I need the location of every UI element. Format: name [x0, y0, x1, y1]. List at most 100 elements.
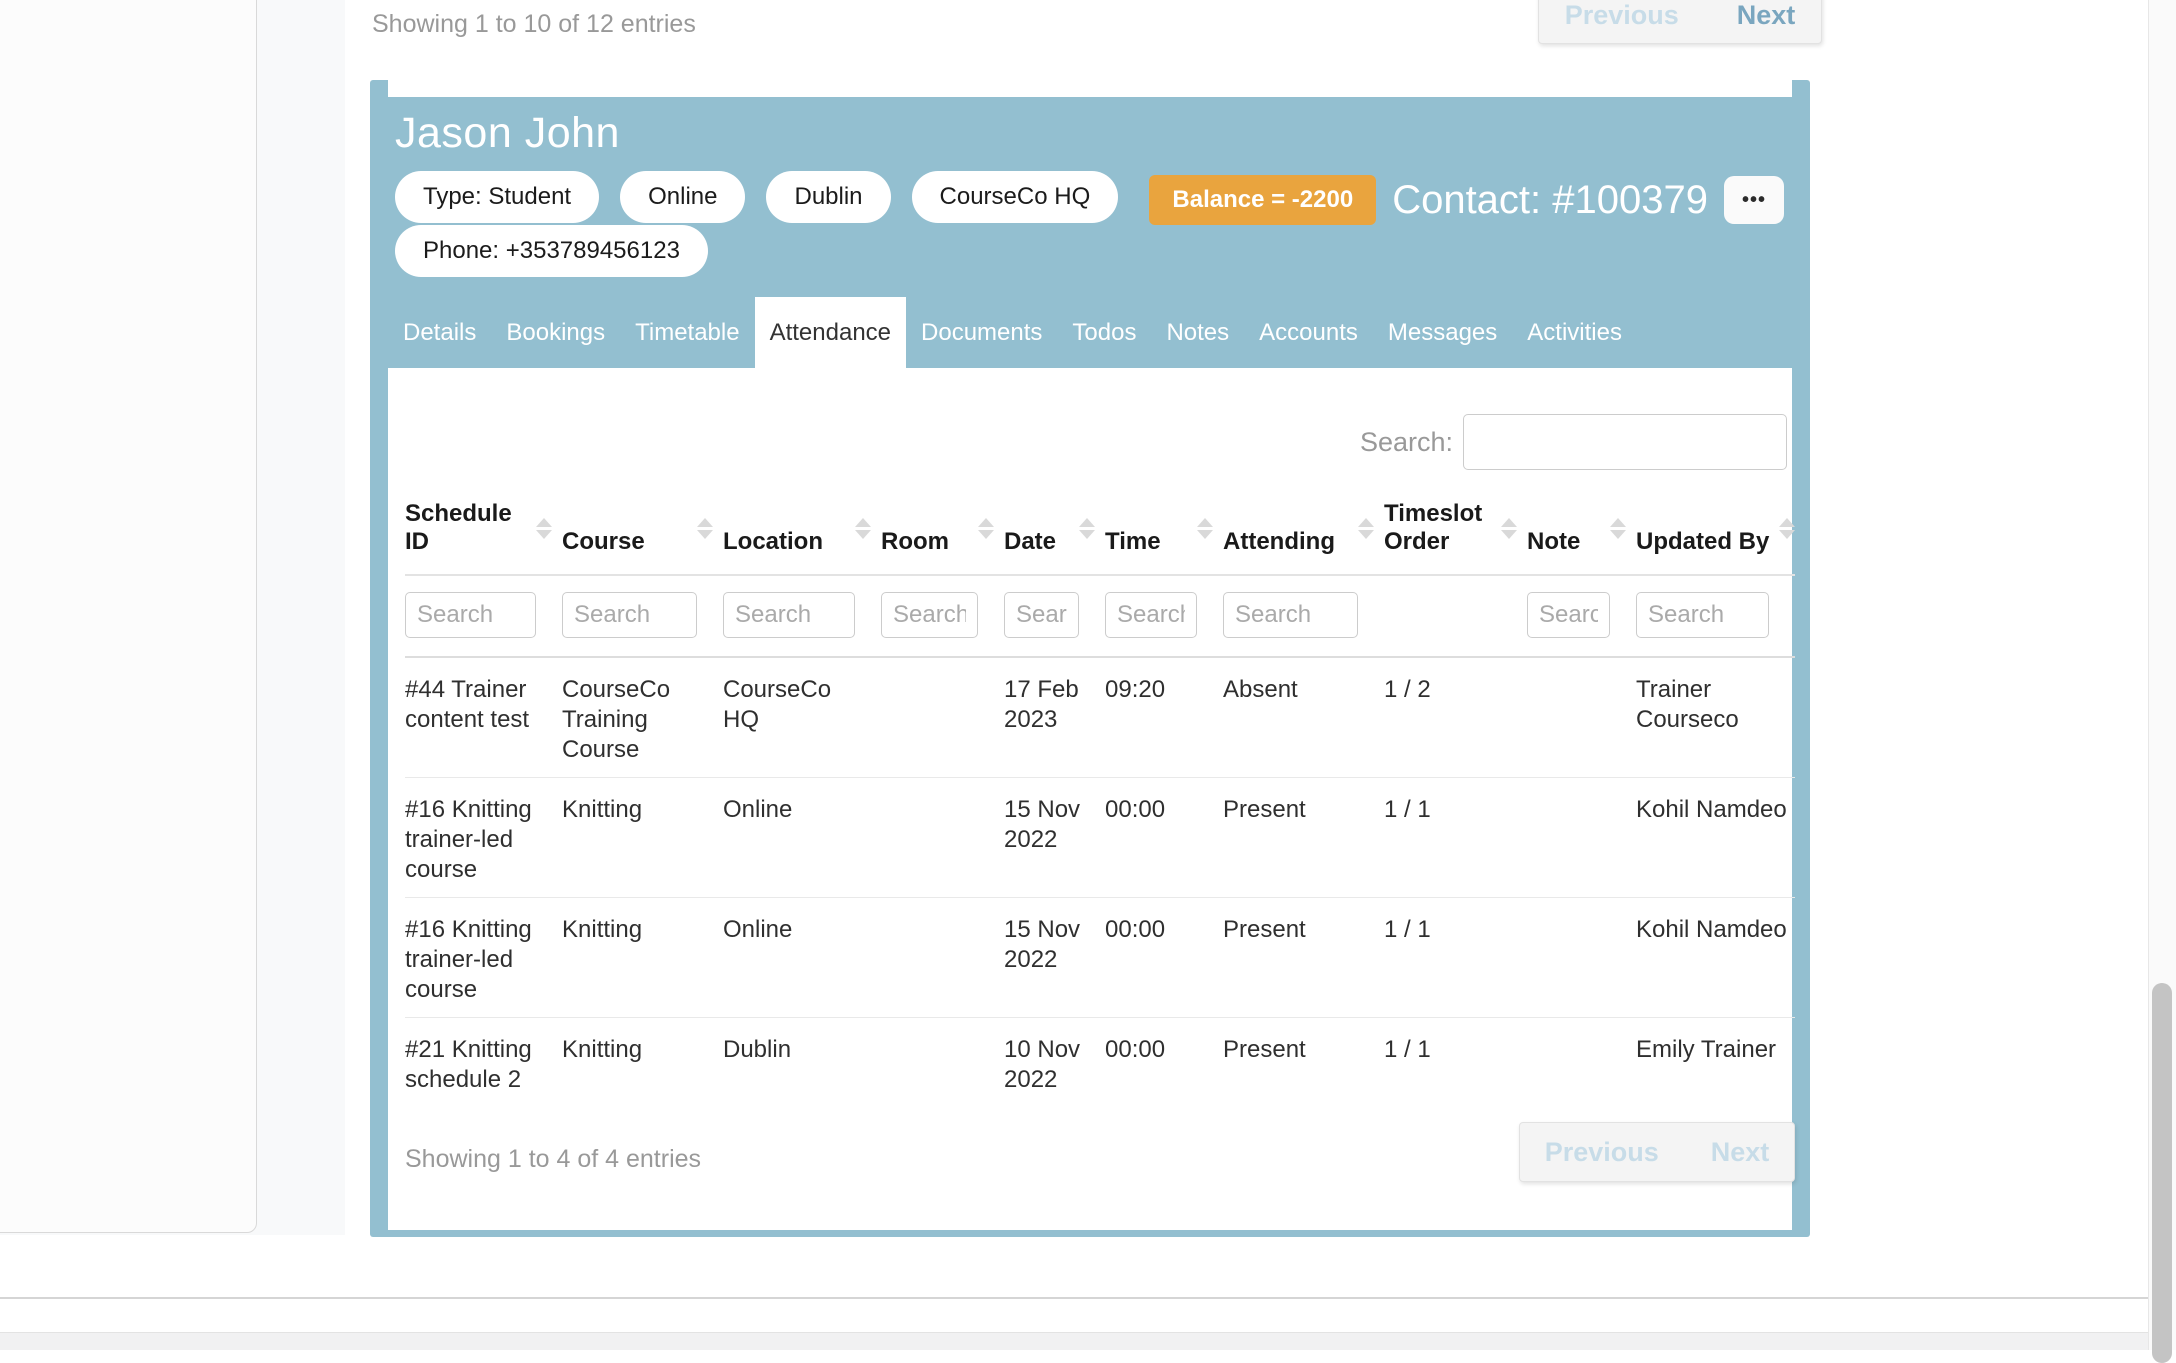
table-search-input[interactable] [1463, 414, 1787, 470]
filter-input-note[interactable] [1527, 592, 1610, 638]
column-header-room[interactable]: Room [881, 480, 1004, 575]
sort-asc-icon [1779, 518, 1795, 527]
sort-icon[interactable] [697, 518, 713, 539]
column-label: Time [1105, 528, 1161, 555]
cell-room [881, 657, 1004, 778]
profile-badge: Online [620, 171, 745, 223]
cell-updated-by: Trainer Courseco [1636, 657, 1795, 778]
column-label: Timeslot Order [1384, 500, 1482, 555]
table-row: #44 Trainer content testCourseCo Trainin… [405, 657, 1795, 778]
profile-tabs: DetailsBookingsTimetableAttendanceDocume… [388, 297, 1792, 368]
sort-asc-icon [978, 518, 994, 527]
sort-asc-icon [697, 518, 713, 527]
sort-icon[interactable] [1197, 518, 1213, 539]
cell-location: Online [723, 778, 881, 898]
previous-button-top[interactable]: Previous [1565, 0, 1679, 31]
cell-attending: Present [1223, 898, 1384, 1018]
cell-timeslot-order: 1 / 1 [1384, 778, 1527, 898]
next-button-bottom[interactable]: Next [1711, 1137, 1770, 1168]
filter-cell-updated-by [1636, 575, 1795, 657]
search-label: Search: [1360, 427, 1453, 458]
scrollbar[interactable] [2148, 0, 2176, 1350]
cell-schedule-id: #16 Knitting trainer-led course [405, 778, 562, 898]
table-row: #16 Knitting trainer-led courseKnittingO… [405, 778, 1795, 898]
cell-time: 00:00 [1105, 1018, 1223, 1108]
sort-icon[interactable] [536, 518, 552, 539]
table-row: #16 Knitting trainer-led courseKnittingO… [405, 898, 1795, 1018]
sort-icon[interactable] [855, 518, 871, 539]
sort-asc-icon [1610, 518, 1626, 527]
top-pagination: Previous Next [1538, 0, 1822, 44]
sort-desc-icon [1610, 530, 1626, 539]
tab-accounts[interactable]: Accounts [1244, 297, 1373, 368]
sort-desc-icon [697, 530, 713, 539]
table-row: #21 Knitting schedule 2KnittingDublin10 … [405, 1018, 1795, 1108]
filter-cell-location [723, 575, 881, 657]
previous-button-bottom[interactable]: Previous [1545, 1137, 1659, 1168]
sort-asc-icon [536, 518, 552, 527]
column-header-attending[interactable]: Attending [1223, 480, 1384, 575]
filter-input-course[interactable] [562, 592, 697, 638]
tab-details[interactable]: Details [388, 297, 491, 368]
column-header-timeslot-order[interactable]: Timeslot Order [1384, 480, 1527, 575]
balance-badge: Balance = -2200 [1149, 175, 1376, 225]
cell-location: Online [723, 898, 881, 1018]
tab-documents[interactable]: Documents [906, 297, 1057, 368]
sort-icon[interactable] [1779, 518, 1795, 539]
filter-input-date[interactable] [1004, 592, 1079, 638]
tab-activities[interactable]: Activities [1512, 297, 1637, 368]
filter-input-location[interactable] [723, 592, 855, 638]
sort-asc-icon [1079, 518, 1095, 527]
sort-icon[interactable] [978, 518, 994, 539]
profile-name: Jason John [395, 109, 1792, 158]
tab-notes[interactable]: Notes [1151, 297, 1244, 368]
page-divider [0, 1297, 2148, 1299]
next-button-top[interactable]: Next [1737, 0, 1796, 31]
column-header-schedule-id[interactable]: Schedule ID [405, 480, 562, 575]
column-label: Room [881, 528, 949, 555]
cell-attending: Absent [1223, 657, 1384, 778]
cell-location: CourseCo HQ [723, 657, 881, 778]
sort-icon[interactable] [1358, 518, 1374, 539]
column-header-time[interactable]: Time [1105, 480, 1223, 575]
sort-icon[interactable] [1610, 518, 1626, 539]
column-header-date[interactable]: Date [1004, 480, 1105, 575]
sort-asc-icon [855, 518, 871, 527]
column-header-note[interactable]: Note [1527, 480, 1636, 575]
column-header-course[interactable]: Course [562, 480, 723, 575]
cell-date: 10 Nov 2022 [1004, 1018, 1105, 1108]
scrollbar-thumb[interactable] [2152, 983, 2172, 1363]
sort-desc-icon [1197, 530, 1213, 539]
cell-schedule-id: #21 Knitting schedule 2 [405, 1018, 562, 1108]
sort-asc-icon [1197, 518, 1213, 527]
column-header-location[interactable]: Location [723, 480, 881, 575]
filter-input-schedule-id[interactable] [405, 592, 536, 638]
column-label: Updated By [1636, 528, 1769, 555]
tab-attendance[interactable]: Attendance [755, 297, 906, 368]
sort-asc-icon [1358, 518, 1374, 527]
profile-badge: Phone: +353789456123 [395, 225, 708, 277]
sort-icon[interactable] [1501, 518, 1517, 539]
more-actions-button[interactable]: ••• [1724, 176, 1784, 224]
filter-input-time[interactable] [1105, 592, 1197, 638]
attendance-table: Schedule IDCourseLocationRoom DateTime Att… [405, 480, 1795, 1107]
filter-input-updated-by[interactable] [1636, 592, 1769, 638]
cell-course: CourseCo Training Course [562, 657, 723, 778]
cell-note [1527, 1018, 1636, 1108]
filter-input-room[interactable] [881, 592, 978, 638]
tab-timetable[interactable]: Timetable [620, 297, 754, 368]
sort-desc-icon [1358, 530, 1374, 539]
profile-badge: Type: Student [395, 171, 599, 223]
filter-input-attending[interactable] [1223, 592, 1358, 638]
sort-desc-icon [1779, 530, 1795, 539]
tab-todos[interactable]: Todos [1057, 297, 1151, 368]
entries-info-top: Showing 1 to 10 of 12 entries [372, 10, 696, 39]
cell-note [1527, 898, 1636, 1018]
cell-room [881, 898, 1004, 1018]
tab-messages[interactable]: Messages [1373, 297, 1512, 368]
sort-icon[interactable] [1079, 518, 1095, 539]
sort-desc-icon [1079, 530, 1095, 539]
column-header-updated-by[interactable]: Updated By [1636, 480, 1795, 575]
tab-bookings[interactable]: Bookings [491, 297, 620, 368]
column-label: Note [1527, 528, 1580, 555]
